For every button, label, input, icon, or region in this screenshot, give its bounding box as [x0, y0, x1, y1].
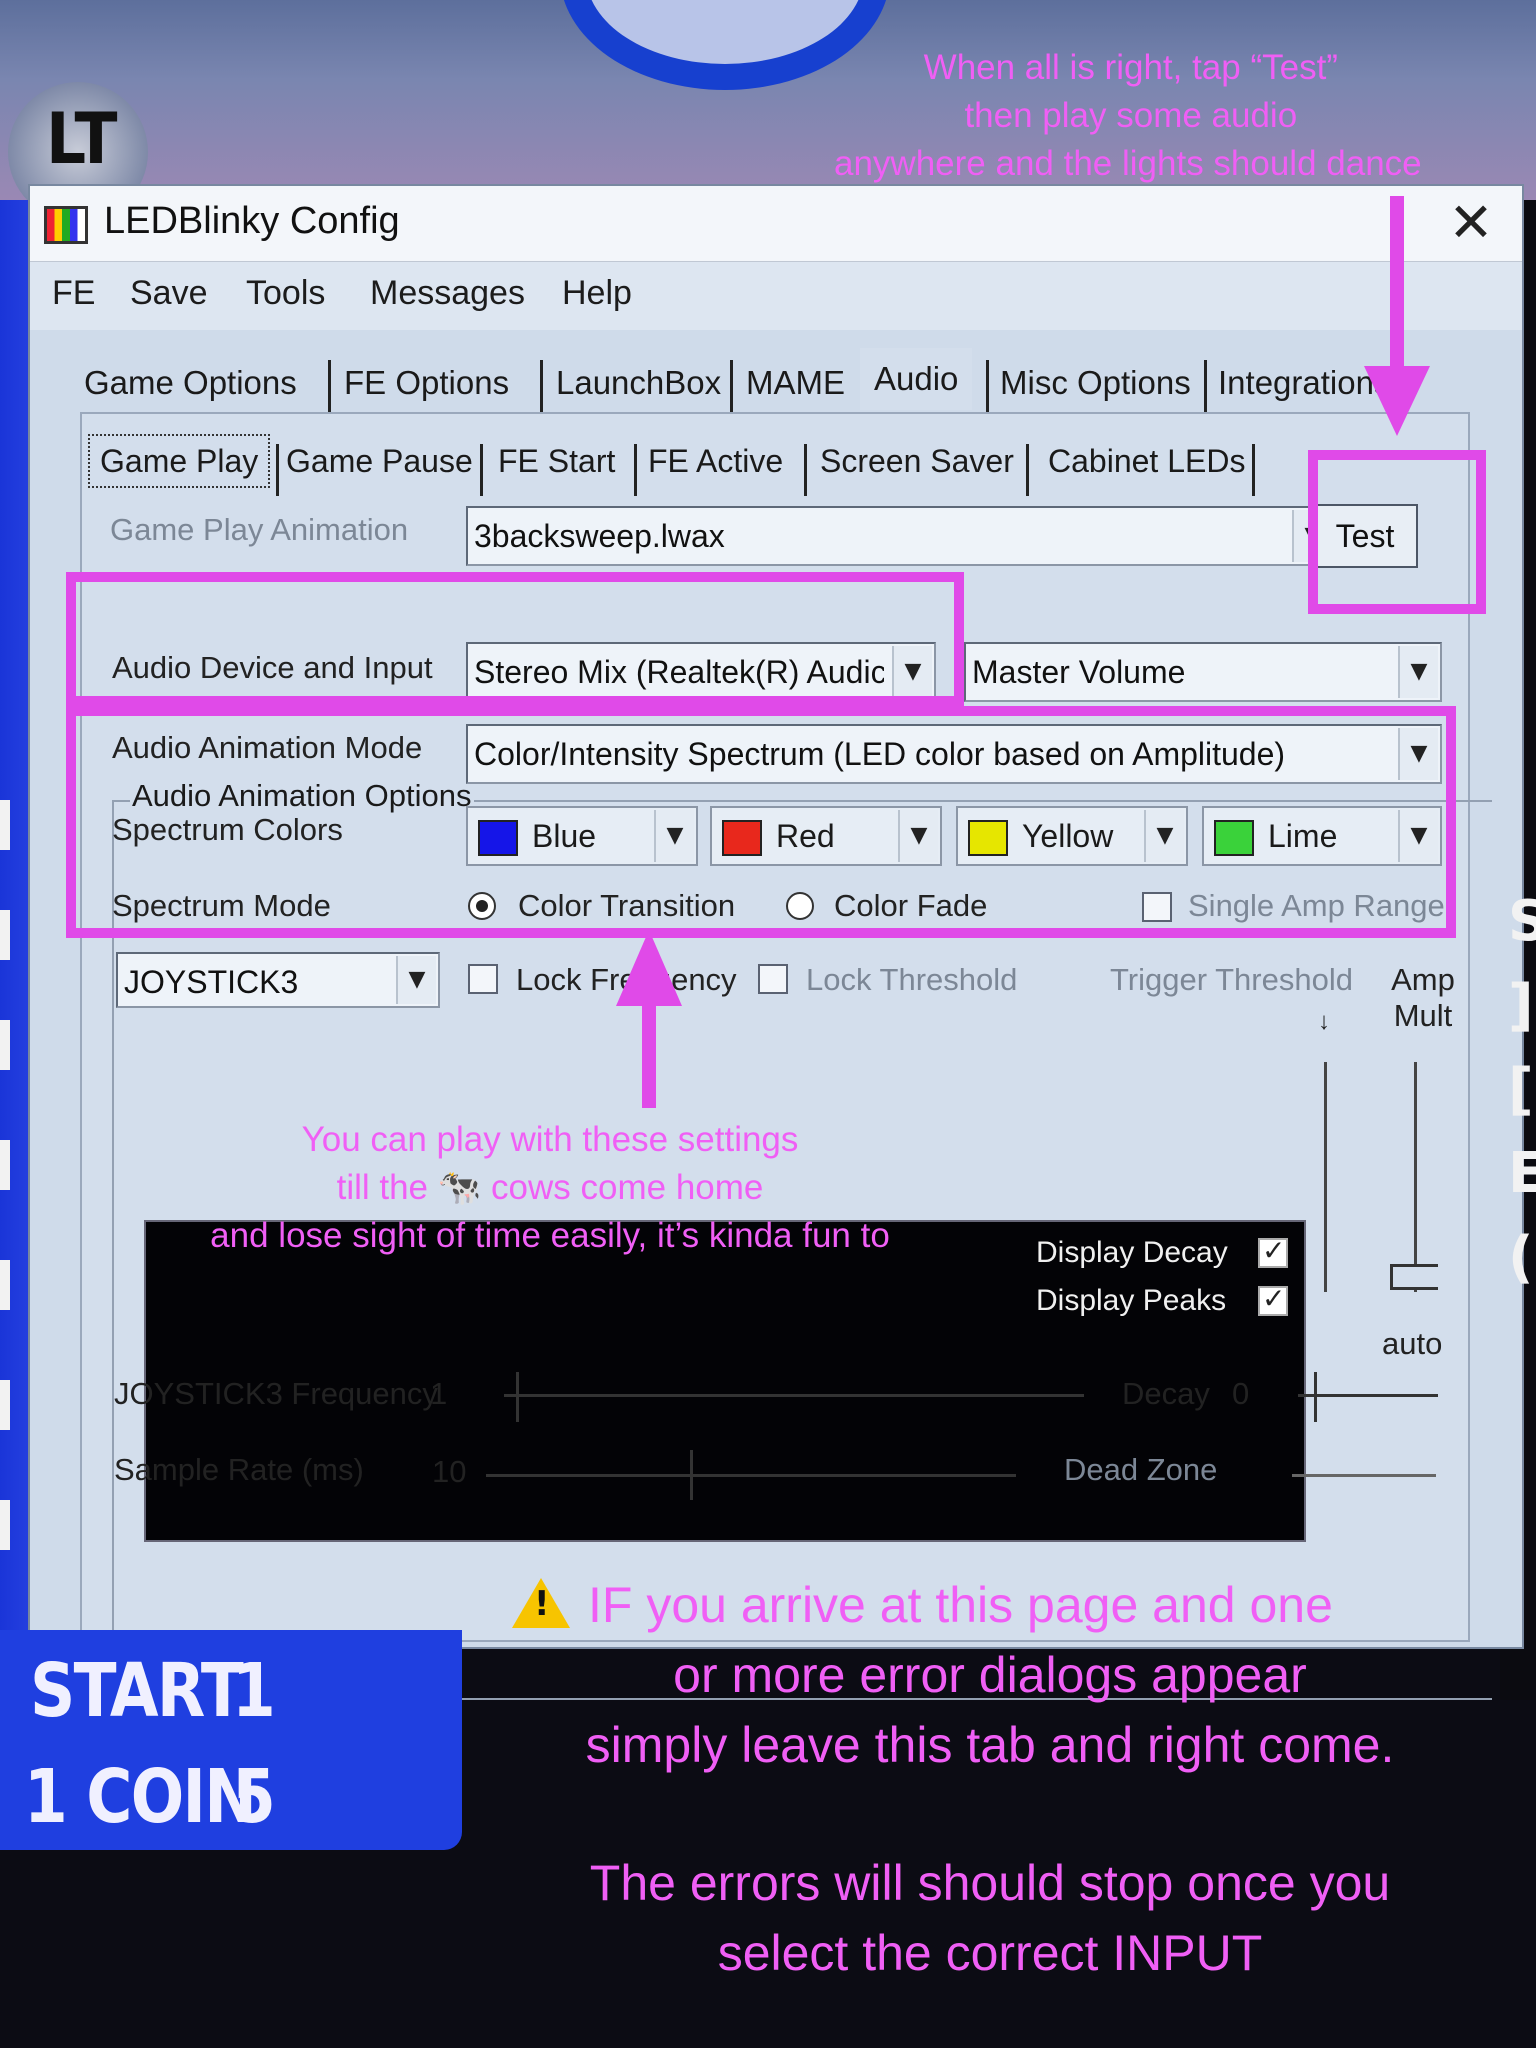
subtab-game-play[interactable]: Game Play: [88, 434, 271, 488]
audio-input-value: Master Volume: [972, 654, 1186, 690]
arcade-start-label: START: [30, 1648, 244, 1734]
tab-fe-options[interactable]: FE Options: [344, 352, 509, 414]
lock-threshold-checkbox[interactable]: [758, 964, 788, 994]
display-decay-checkbox[interactable]: ✓: [1258, 1234, 1288, 1268]
app-icon: [44, 206, 88, 244]
frequency-value: 1: [430, 1376, 448, 1411]
window-title: LEDBlinky Config: [104, 200, 400, 242]
sample-rate-slider-thumb[interactable]: [690, 1450, 704, 1500]
subtab-fe-active[interactable]: FE Active: [648, 432, 783, 490]
warning-exclamation: !: [534, 1584, 550, 1624]
main-tab-strip: Game Options FE Options LaunchBox MAME A…: [70, 348, 1470, 414]
trigger-threshold-slider[interactable]: [1324, 1062, 1327, 1292]
display-peaks-checkbox[interactable]: ✓: [1258, 1282, 1288, 1316]
tab-game-options[interactable]: Game Options: [84, 352, 297, 414]
tab-launchbox[interactable]: LaunchBox: [556, 352, 721, 414]
annotation-bottom-line-1: The errors will should stop once you: [589, 1855, 1391, 1911]
chevron-down-icon[interactable]: ▼: [1398, 646, 1438, 698]
subtab-game-pause[interactable]: Game Pause: [286, 432, 473, 490]
lt-label: LT: [46, 98, 118, 180]
lock-threshold-label: Lock Threshold: [806, 962, 1018, 997]
annotation-warning-line-3: simply leave this tab and right come.: [585, 1717, 1395, 1773]
display-decay-label: Display Decay: [1036, 1236, 1228, 1269]
animation-select[interactable]: 3backsweep.lwax ▼: [466, 506, 1336, 566]
arrow-to-test-shaft: [1390, 196, 1404, 380]
annotation-top-line-1: When all is right, tap “Test”: [923, 48, 1338, 87]
arcade-coin-number: 5: [232, 1754, 276, 1840]
arcade-coin-label: 1 COIN: [24, 1754, 257, 1840]
annotation-middle-line-3: and lose sight of time easily, it’s kind…: [210, 1216, 890, 1255]
arrow-down-icon: [1364, 366, 1430, 436]
annotation-bottom: The errors will should stop once you sel…: [490, 1848, 1490, 1988]
sample-rate-value: 10: [432, 1454, 467, 1489]
auto-label: auto: [1382, 1326, 1443, 1361]
tab-misc-options[interactable]: Misc Options: [1000, 352, 1191, 414]
sample-rate-slider[interactable]: [486, 1474, 1016, 1477]
menu-tools[interactable]: Tools: [246, 274, 325, 313]
annotation-warning-line-2: or more error dialogs appear: [673, 1647, 1307, 1703]
close-button[interactable]: ✕: [1442, 194, 1500, 252]
annotation-middle-line-2: till the 🐄 cows come home: [336, 1168, 764, 1207]
dead-zone-label: Dead Zone: [1064, 1452, 1218, 1487]
subtab-cabinet-leds[interactable]: Cabinet LEDs: [1048, 432, 1245, 490]
annotation-top: When all is right, tap “Test” then play …: [834, 44, 1422, 188]
decay-label: Decay: [1122, 1376, 1210, 1411]
amp-mult-slider-thumb[interactable]: [1390, 1264, 1438, 1290]
annotation-top-line-2: then play some audio: [964, 96, 1298, 135]
tab-mame[interactable]: MAME: [746, 352, 845, 414]
game-play-animation-label: Game Play Animation: [110, 512, 409, 547]
annotation-warning-line-1: IF you arrive at this page and one: [588, 1577, 1333, 1633]
frequency-label: JOYSTICK3 Frequency: [114, 1376, 438, 1411]
menu-fe[interactable]: FE: [52, 274, 95, 313]
amp-mult-slider[interactable]: [1414, 1062, 1417, 1292]
audio-input-select[interactable]: Master Volume ▼: [964, 642, 1442, 702]
annotation-middle: You can play with these settings till th…: [150, 1116, 950, 1260]
joystick-value: JOYSTICK3: [124, 964, 299, 1000]
menu-save[interactable]: Save: [130, 274, 208, 313]
arrow-up-shaft: [642, 1000, 656, 1108]
title-bar[interactable]: LEDBlinky Config ✕: [30, 186, 1522, 262]
annotation-box-spectrum-settings: [66, 706, 1456, 938]
frequency-slider-thumb[interactable]: [516, 1372, 530, 1422]
decay-value: 0: [1232, 1376, 1250, 1411]
menu-help[interactable]: Help: [562, 274, 632, 313]
annotation-box-test-button: [1308, 450, 1486, 614]
arrow-up-icon: [616, 930, 682, 1006]
annotation-top-line-3: anywhere and the lights should dance: [834, 144, 1422, 183]
amp-mult-label: Amp Mult: [1391, 962, 1455, 1033]
annotation-warning-rest: or more error dialogs appear simply leav…: [490, 1640, 1490, 1780]
menu-bar: FE Save Tools Messages Help: [30, 262, 1522, 330]
sample-rate-label: Sample Rate (ms): [114, 1452, 364, 1487]
animation-select-value: 3backsweep.lwax: [474, 518, 725, 554]
frequency-slider[interactable]: [504, 1394, 1084, 1397]
dead-zone-slider[interactable]: [1292, 1474, 1436, 1477]
annotation-middle-line-1: You can play with these settings: [301, 1120, 799, 1159]
arcade-panel: START 1 1 COIN 5: [0, 1630, 462, 1850]
arcade-start-number: 1: [232, 1648, 276, 1734]
chevron-down-icon[interactable]: ▼: [396, 956, 436, 1004]
subtab-screen-saver[interactable]: Screen Saver: [820, 432, 1014, 490]
trigger-threshold-label: Trigger Threshold: [1110, 962, 1353, 997]
decay-slider-thumb[interactable]: [1314, 1372, 1328, 1422]
lock-frequency-checkbox[interactable]: [468, 964, 498, 994]
menu-messages[interactable]: Messages: [370, 274, 525, 313]
right-edge-text: S][E(: [1508, 889, 1536, 1290]
annotation-bottom-line-2: select the correct INPUT: [717, 1925, 1263, 1981]
subtab-fe-start[interactable]: FE Start: [498, 432, 615, 490]
joystick-select[interactable]: JOYSTICK3 ▼: [116, 952, 440, 1008]
annotation-box-audio-device: [66, 572, 964, 706]
trigger-threshold-arrow-icon: ↓: [1318, 1008, 1330, 1035]
tab-audio[interactable]: Audio: [860, 348, 973, 410]
display-peaks-label: Display Peaks: [1036, 1284, 1227, 1317]
